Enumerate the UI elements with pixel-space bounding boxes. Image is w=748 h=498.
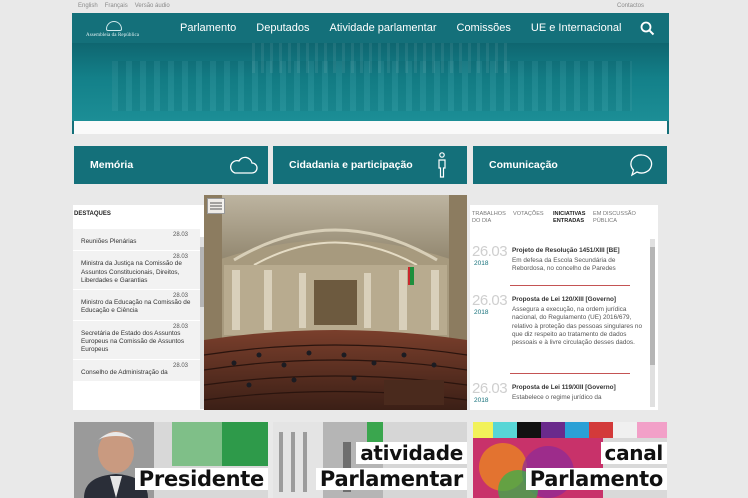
destaques-panel: DESTAQUES 28.03 Reuniões Plenárias 28.03…	[73, 205, 204, 410]
destaques-list: 28.03 Reuniões Plenárias 28.03 Ministra …	[73, 229, 200, 410]
item-text: Ministra da Justiça na Comissão de Assun…	[81, 260, 182, 284]
tile-cidadania-label: Cidadania e participação	[289, 159, 413, 171]
scrollbar-thumb[interactable]	[650, 247, 655, 365]
language-links: English Français Versão áudio	[78, 3, 170, 9]
item-divider	[510, 373, 630, 374]
item-text: Reuniões Plenárias	[81, 238, 137, 245]
item-year: 2018	[474, 397, 489, 404]
item-title: Proposta de Lei 119/XIII [Governo]	[512, 384, 616, 391]
tab-trabalhos-do-dia[interactable]: TRABALHOS DO DIA	[470, 211, 511, 224]
link-contacts[interactable]: Contactos	[617, 3, 644, 9]
gallery-icon[interactable]	[207, 198, 225, 214]
banner-atividade-line1: atividade	[356, 442, 467, 464]
tile-memoria[interactable]: Memória	[74, 146, 268, 184]
item-divider	[510, 285, 630, 286]
emblem-icon	[106, 21, 122, 31]
tile-comunicacao-label: Comunicação	[489, 159, 558, 171]
list-item[interactable]: 26.03 2018 Proposta de Lei 119/XIII [Gov…	[472, 380, 648, 410]
item-day: 26.03	[472, 243, 508, 260]
item-day: 26.03	[472, 292, 508, 309]
banner-atividade-parlamentar[interactable]: atividade Parlamentar	[273, 422, 467, 498]
item-text: Ministro da Educação na Comissão de Educ…	[81, 299, 191, 315]
banner-presidente-label: Presidente	[134, 468, 268, 490]
link-english[interactable]: English	[78, 3, 98, 9]
tab-label: VOTAÇÕES	[513, 211, 544, 217]
tile-cidadania[interactable]: Cidadania e participação	[273, 146, 467, 184]
nav-atividade-parlamentar[interactable]: Atividade parlamentar	[319, 21, 446, 35]
chamber-illustration	[204, 195, 467, 410]
item-title: Projeto de Resolução 1451/XIII [BE]	[512, 247, 620, 254]
header-divider	[74, 121, 667, 134]
tab-iniciativas-entradas[interactable]: INICIATIVAS ENTRADAS	[551, 211, 591, 224]
tab-bar: TRABALHOS DO DIA VOTAÇÕES INICIATIVAS EN…	[470, 211, 641, 224]
item-text: Conselho de Administração da	[81, 368, 168, 376]
banner-atividade-line2: Parlamentar	[315, 468, 467, 490]
iniciativas-panel: TRABALHOS DO DIA VOTAÇÕES INICIATIVAS EN…	[470, 205, 658, 410]
speech-bubble-icon	[630, 154, 653, 177]
tab-votacoes[interactable]: VOTAÇÕES	[511, 211, 551, 224]
iniciativas-scrollbar[interactable]	[650, 239, 655, 407]
destaques-title: DESTAQUES	[74, 211, 111, 217]
item-desc: Estabelece o regime jurídico da	[512, 394, 602, 401]
link-audio-version[interactable]: Versão áudio	[135, 3, 170, 9]
tile-memoria-label: Memória	[90, 159, 134, 171]
banner-canal-line2: Parlamento	[525, 468, 667, 490]
item-text: Secretária de Estado dos Assuntos Europe…	[81, 329, 185, 354]
main-nav: Parlamento Deputados Atividade parlament…	[170, 21, 631, 35]
tab-label: EM DISCUSSÃO	[593, 211, 636, 217]
list-item[interactable]: 28.03 Secretária de Estado dos Assuntos …	[73, 320, 200, 360]
nav-parlamento[interactable]: Parlamento	[170, 21, 246, 35]
nav-ue-internacional[interactable]: UE e Internacional	[521, 21, 632, 35]
nav-comissoes[interactable]: Comissões	[447, 21, 521, 35]
site-logo[interactable]: Assembleia da República	[86, 21, 144, 39]
search-icon[interactable]	[640, 21, 655, 36]
logo-text: Assembleia da República	[86, 33, 140, 38]
nav-deputados[interactable]: Deputados	[246, 21, 319, 35]
tab-label: ENTRADAS	[553, 217, 585, 224]
tab-label: INICIATIVAS	[553, 211, 586, 217]
list-item[interactable]: 28.03 Reuniões Plenárias	[73, 229, 200, 252]
banner-presidente[interactable]: Presidente	[74, 422, 268, 498]
tile-comunicacao[interactable]: Comunicação	[473, 146, 667, 184]
tab-em-discussao-publica[interactable]: EM DISCUSSÃO PÚBLICA	[591, 211, 641, 224]
item-title: Proposta de Lei 120/XIII [Governo]	[512, 296, 617, 303]
item-desc: Assegura a execução, na ordem jurídica n…	[512, 306, 643, 347]
site-header: Assembleia da República Parlamento Deput…	[72, 13, 669, 134]
link-francais[interactable]: Français	[105, 3, 128, 9]
tab-label: TRABALHOS	[472, 211, 506, 217]
header-banner-image	[72, 43, 669, 121]
item-day: 26.03	[472, 380, 508, 397]
banner-canal-line1: canal	[600, 442, 667, 464]
item-year: 2018	[474, 309, 489, 316]
list-item[interactable]: 28.03 Conselho de Administração da	[73, 359, 200, 382]
banner-canal-parlamento[interactable]: canal Parlamento	[473, 422, 667, 498]
parliament-chamber-photo[interactable]	[204, 195, 467, 410]
item-desc: Em defesa da Escola Secundária de Rebord…	[512, 257, 616, 273]
tab-label: DO DIA	[472, 217, 492, 224]
cloud-icon	[230, 156, 258, 174]
list-item[interactable]: 28.03 Ministra da Justiça na Comissão de…	[73, 251, 200, 291]
list-item[interactable]: 28.03 Ministro da Educação na Comissão d…	[73, 290, 200, 321]
tab-label: PÚBLICA	[593, 217, 617, 224]
item-year: 2018	[474, 260, 489, 267]
person-icon	[438, 152, 446, 178]
utility-bar: English Français Versão áudio Contactos	[0, 0, 748, 12]
